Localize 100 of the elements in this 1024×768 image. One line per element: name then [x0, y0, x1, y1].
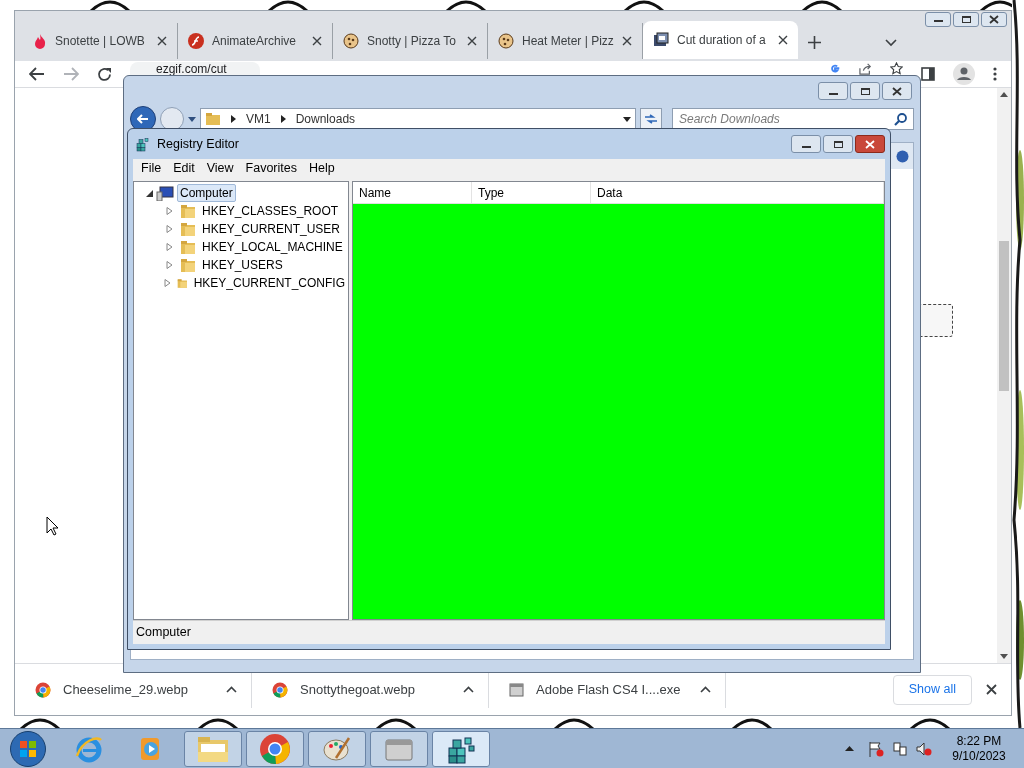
taskbar-button[interactable] — [432, 730, 490, 767]
search-icon[interactable] — [894, 112, 907, 126]
expand-arrow-icon[interactable] — [164, 261, 174, 269]
address-bar[interactable]: ezgif.com/cut — [130, 62, 260, 76]
close-icon[interactable] — [312, 36, 322, 46]
muted-speaker-icon[interactable] — [916, 740, 932, 757]
mouse-cursor-icon — [46, 516, 59, 536]
reload-icon[interactable] — [97, 66, 112, 82]
taskbar-button[interactable] — [246, 730, 304, 767]
new-tab-icon[interactable] — [808, 36, 821, 49]
close-button[interactable] — [855, 135, 885, 153]
scroll-up-icon[interactable] — [1000, 92, 1008, 97]
tree-item[interactable]: HKEY_USERS — [199, 256, 286, 274]
chevron-up-icon[interactable] — [463, 686, 474, 693]
maximize-button[interactable] — [823, 135, 853, 153]
close-button[interactable] — [981, 12, 1007, 27]
close-icon[interactable] — [778, 35, 788, 45]
close-button[interactable] — [882, 82, 912, 100]
chevron-down-icon[interactable] — [885, 39, 897, 47]
flag-icon[interactable] — [868, 740, 884, 757]
start-button[interactable] — [10, 730, 46, 767]
close-icon[interactable] — [989, 15, 999, 24]
network-icon[interactable] — [892, 740, 908, 757]
minimize-button[interactable] — [791, 135, 821, 153]
expand-arrow-icon[interactable] — [164, 225, 174, 233]
dropdown-arrow-icon[interactable] — [623, 116, 631, 122]
forward-button[interactable] — [160, 107, 184, 131]
breadcrumb-arrow-icon[interactable] — [280, 115, 286, 123]
maximize-button[interactable] — [850, 82, 880, 100]
star-icon[interactable] — [890, 62, 903, 75]
search-field[interactable]: Search Downloads — [672, 108, 914, 130]
caret-icon[interactable] — [188, 116, 196, 122]
menu-item[interactable]: Favorites — [239, 159, 303, 178]
show-all-button[interactable]: Show all — [892, 674, 972, 705]
folder-icon — [180, 221, 196, 237]
registry-cubes-icon — [135, 136, 151, 152]
browser-tab[interactable]: Cut duration of a — [643, 21, 798, 59]
taskbar-button[interactable] — [184, 730, 242, 767]
clock[interactable]: 8:22 PM 9/10/2023 — [944, 733, 1014, 764]
column-header[interactable]: Name — [353, 182, 472, 203]
refresh-button[interactable] — [640, 108, 662, 130]
tree-item[interactable]: HKEY_CURRENT_CONFIG — [190, 274, 348, 292]
menu-item[interactable]: Help — [303, 159, 341, 178]
share-icon[interactable] — [859, 63, 872, 75]
status-text: Computer — [135, 624, 192, 642]
breadcrumb-item[interactable]: Downloads — [295, 110, 356, 128]
chevron-up-icon[interactable] — [700, 686, 711, 693]
browser-tab[interactable]: AnimateArchive — [178, 23, 333, 59]
installer-box-icon — [509, 682, 524, 697]
window-title: Registry Editor — [157, 135, 239, 153]
tree-item[interactable]: HKEY_CURRENT_USER — [199, 220, 344, 238]
collapse-arrow-icon[interactable] — [144, 189, 154, 197]
close-icon[interactable] — [157, 36, 167, 46]
scroll-down-icon[interactable] — [1000, 654, 1008, 659]
folder-icon — [205, 112, 221, 126]
chrome-icon — [272, 681, 288, 698]
chevron-up-icon[interactable] — [226, 686, 237, 693]
refresh-icon[interactable] — [644, 114, 658, 124]
google-g-icon[interactable] — [829, 63, 841, 75]
windows-flag-icon[interactable] — [18, 738, 38, 759]
chrome-icon — [35, 681, 51, 698]
folder-icon — [180, 239, 196, 255]
show-hidden-icons-icon[interactable] — [845, 746, 854, 751]
expand-arrow-icon[interactable] — [164, 207, 174, 215]
maximize-button[interactable] — [953, 12, 979, 27]
column-header[interactable]: Data — [591, 182, 884, 203]
column-header[interactable]: Type — [472, 182, 591, 203]
profile-icon[interactable] — [953, 63, 975, 85]
help-icon[interactable] — [895, 149, 909, 163]
computer-icon — [156, 185, 174, 201]
back-arrow-icon[interactable] — [29, 67, 45, 81]
chrome-icon — [259, 732, 291, 765]
tree-item[interactable]: Computer — [177, 184, 236, 202]
taskbar-button[interactable] — [308, 730, 366, 767]
tree-item[interactable]: HKEY_CLASSES_ROOT — [199, 202, 342, 220]
breadcrumb-arrow-icon[interactable] — [231, 115, 236, 123]
close-icon[interactable] — [467, 36, 477, 46]
browser-tab[interactable]: Snotette | LOWB — [23, 23, 178, 59]
close-icon[interactable] — [986, 684, 997, 695]
expand-arrow-icon[interactable] — [164, 243, 174, 251]
tree-item[interactable]: HKEY_LOCAL_MACHINE — [199, 238, 346, 256]
minimize-button[interactable] — [925, 12, 951, 27]
menu-item[interactable]: Edit — [167, 159, 201, 178]
side-panel-icon[interactable] — [921, 67, 935, 81]
breadcrumb-item[interactable]: VM1 — [246, 110, 271, 128]
close-icon[interactable] — [622, 36, 632, 46]
menu-item[interactable]: File — [135, 159, 168, 178]
address-field[interactable]: VM1 Downloads — [200, 108, 636, 130]
search-input[interactable]: Search Downloads — [679, 110, 894, 128]
scrollbar-thumb[interactable] — [999, 240, 1009, 391]
menu-item[interactable]: View — [200, 159, 240, 178]
menu-icon[interactable] — [993, 67, 997, 81]
folder-icon — [180, 257, 196, 273]
expand-arrow-icon[interactable] — [164, 279, 171, 287]
browser-tab[interactable]: Snotty | Pizza To — [333, 23, 488, 59]
close-icon[interactable] — [892, 86, 902, 96]
minimize-button[interactable] — [818, 82, 848, 100]
flame-icon — [33, 33, 47, 49]
scrollbar[interactable] — [997, 88, 1011, 663]
folder-icon — [180, 203, 196, 219]
